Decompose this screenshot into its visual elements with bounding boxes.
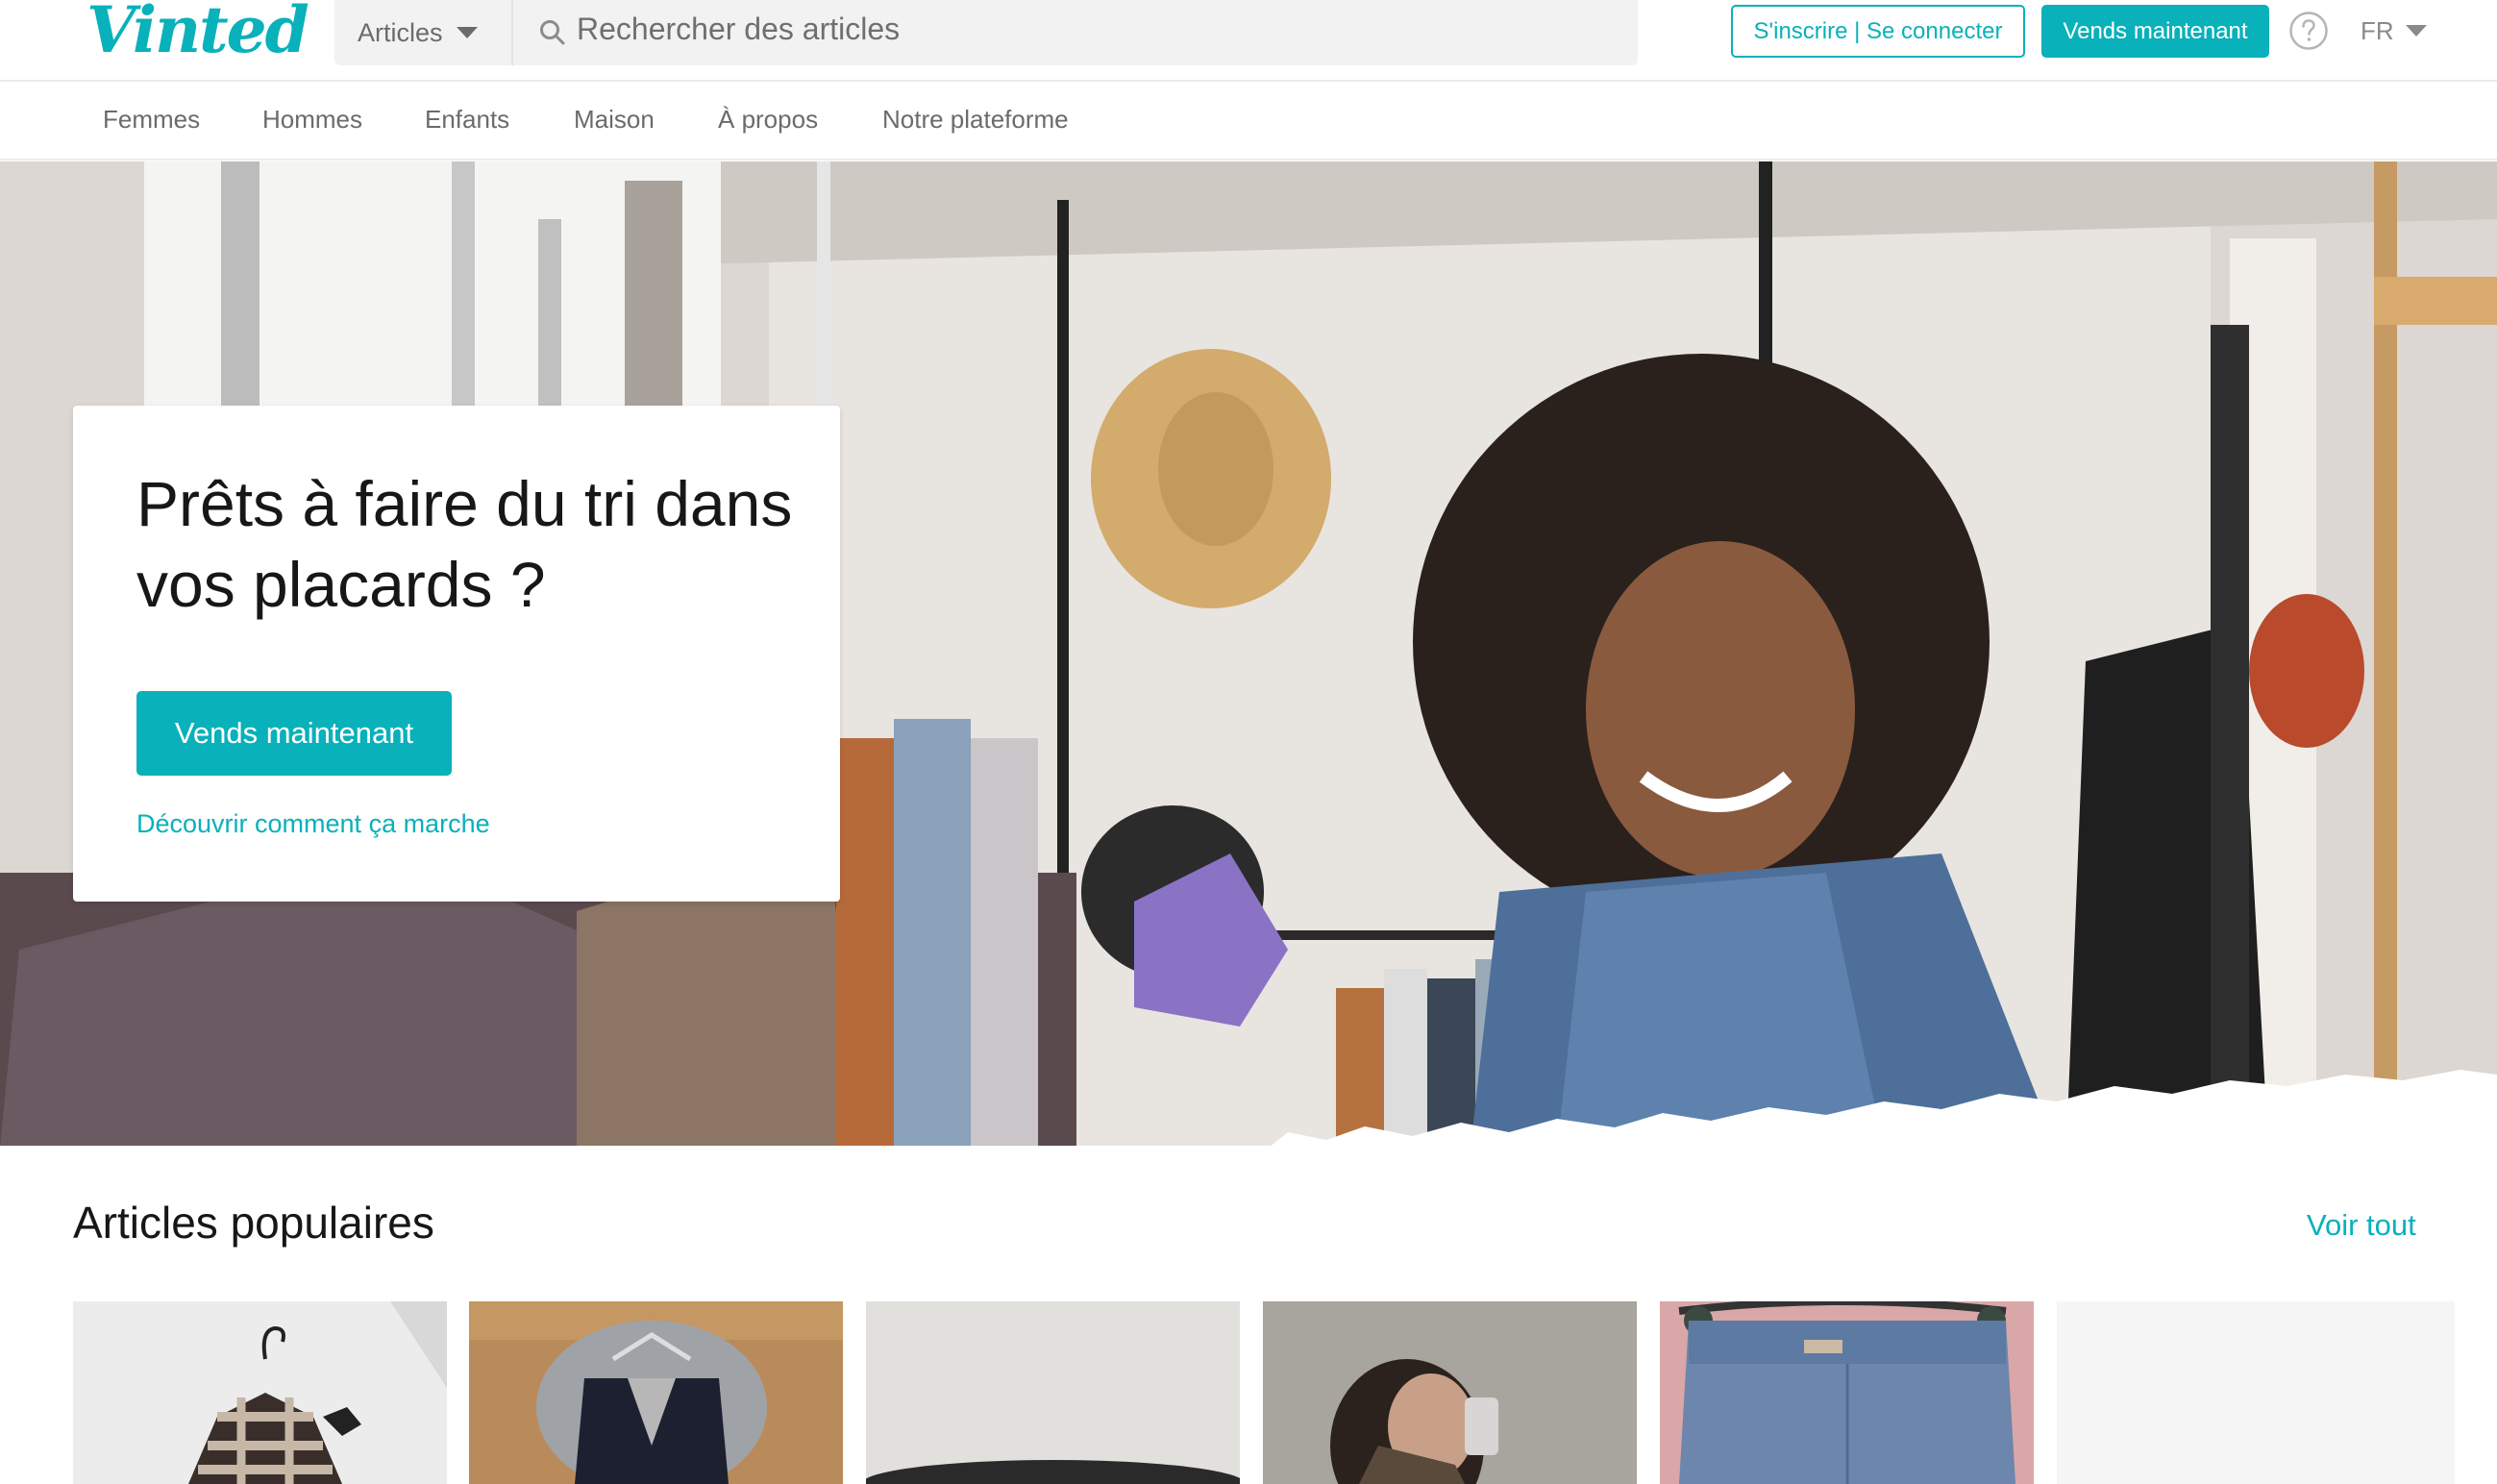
language-select[interactable]: FR (2361, 13, 2427, 48)
item-image (1263, 1301, 1637, 1484)
nav-item-hommes[interactable]: Hommes (262, 105, 362, 135)
category-nav: Femmes Hommes Enfants Maison À propos No… (0, 84, 2497, 161)
item-card-checked-shirt[interactable] (73, 1301, 447, 1484)
hero-title: Prêts à faire du tri dans vos placards ? (136, 468, 793, 620)
item-image (1660, 1301, 2034, 1484)
hero-card: Prêts à faire du tri dans vos placards ?… (73, 406, 840, 902)
top-bar: Vinted Articles S'inscrire | Se connecte… (0, 0, 2497, 82)
item-card-blue-jeans[interactable] (1660, 1301, 2034, 1484)
item-card-placeholder (2057, 1301, 2455, 1484)
item-card-black-vest[interactable] (469, 1301, 843, 1484)
item-image (866, 1301, 1240, 1484)
nav-item-a-propos[interactable]: À propos (718, 105, 818, 135)
search-bar: Articles (334, 0, 1638, 65)
nav-item-femmes[interactable]: Femmes (103, 105, 200, 135)
item-card-black-item[interactable] (866, 1301, 1240, 1484)
sell-now-button[interactable]: Vends maintenant (2041, 5, 2269, 58)
see-all-link[interactable]: Voir tout (2307, 1208, 2416, 1243)
hero-banner: Prêts à faire du tri dans vos placards ?… (0, 161, 2497, 1148)
chevron-down-icon (2405, 25, 2427, 37)
item-image (469, 1301, 843, 1484)
search-input[interactable] (577, 0, 1615, 58)
popular-items-title: Articles populaires (73, 1198, 434, 1248)
signup-login-button[interactable]: S'inscrire | Se connecter (1731, 5, 2025, 58)
item-image (73, 1301, 447, 1484)
nav-item-enfants[interactable]: Enfants (425, 105, 509, 135)
nav-item-maison[interactable]: Maison (574, 105, 655, 135)
language-label: FR (2361, 15, 2394, 45)
how-it-works-link[interactable]: Découvrir comment ça marche (136, 809, 490, 839)
nav-item-notre-plateforme[interactable]: Notre plateforme (882, 105, 1069, 135)
hero-sell-now-button[interactable]: Vends maintenant (136, 691, 452, 776)
question-circle-icon[interactable] (2288, 11, 2329, 51)
catalog-select-label: Articles (358, 17, 443, 47)
vinted-logo[interactable]: Vinted (87, 0, 309, 67)
item-card-woman-selfie[interactable] (1263, 1301, 1637, 1484)
search-icon (540, 20, 565, 45)
catalog-select[interactable]: Articles (334, 0, 513, 65)
chevron-down-icon (456, 27, 478, 38)
